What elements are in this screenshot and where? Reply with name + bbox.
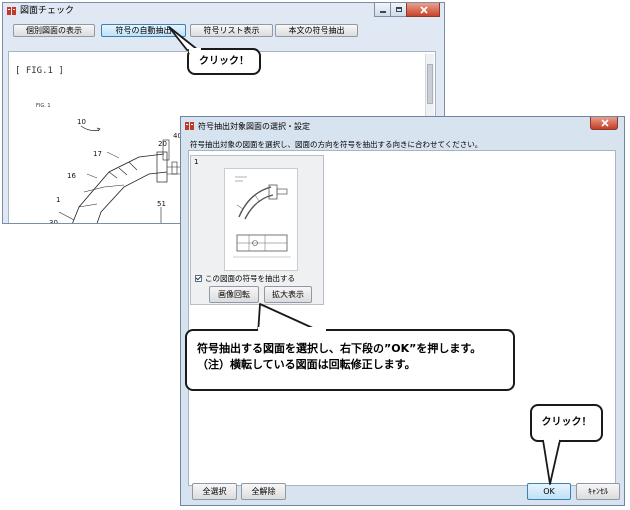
show-individual-drawing-button[interactable]: 個別図面の表示 bbox=[13, 24, 95, 37]
click-callout-text: クリック！ bbox=[199, 56, 249, 67]
dialog-instruction: 符号抽出対象の図面を選択し、図面の方向を符号を抽出する向きに合わせてください。 bbox=[190, 140, 483, 149]
extract-body-symbols-button[interactable]: 本文の符号抽出 bbox=[275, 24, 358, 37]
figure-heading: [ FIG.1 ] bbox=[15, 66, 64, 76]
click-callout-ok: クリック！ bbox=[530, 404, 603, 442]
show-symbol-list-button[interactable]: 符号リスト表示 bbox=[190, 24, 273, 37]
extract-checkbox-label: この図面の符号を抽出する bbox=[205, 274, 295, 283]
app-icon bbox=[7, 7, 16, 15]
click-callout-text: クリック！ bbox=[541, 417, 592, 428]
cancel-button[interactable]: ｷｬﾝｾﾙ bbox=[576, 483, 620, 500]
select-all-button[interactable]: 全選択 bbox=[192, 483, 237, 500]
dialog-title: 符号抽出対象図面の選択・設定 bbox=[198, 122, 310, 131]
maximize-icon[interactable] bbox=[390, 3, 407, 17]
instruction-callout: 符号抽出する図面を選択し、右下段の”OK”を押します。 （注）横転している図面は… bbox=[185, 329, 515, 391]
drawing-label: 30 bbox=[49, 219, 58, 224]
window-title: 図面チェック bbox=[20, 6, 75, 16]
title-bar: 図面チェック bbox=[3, 3, 444, 21]
drawing-thumbnail[interactable] bbox=[224, 168, 298, 271]
extract-checkbox-row[interactable]: この図面の符号を抽出する bbox=[195, 273, 295, 284]
drawing-label: 20 bbox=[158, 140, 167, 148]
figure-caption: FIG. 1 bbox=[36, 103, 51, 109]
callout-pointer-mask bbox=[258, 327, 326, 332]
callout-pointer-mask bbox=[189, 48, 201, 53]
extract-checkbox[interactable] bbox=[195, 275, 202, 282]
drawing-thumbnail-card[interactable]: 1 この図面の符号を抽出する 画像回転 拡大表示 bbox=[190, 155, 324, 305]
card-number: 1 bbox=[194, 158, 199, 166]
scrollbar-thumb[interactable] bbox=[427, 64, 433, 104]
deselect-all-button[interactable]: 全解除 bbox=[241, 483, 286, 500]
callout-pointer bbox=[542, 438, 561, 485]
window-controls bbox=[374, 3, 440, 18]
drawing-label: 16 bbox=[67, 172, 76, 180]
instruction-line-2: （注）横転している図面は回転修正します。 bbox=[197, 358, 416, 371]
drawing-label: 17 bbox=[93, 150, 102, 158]
close-icon[interactable] bbox=[406, 3, 440, 17]
drawing-label: 10 bbox=[77, 118, 86, 126]
drawing-label: 51 bbox=[157, 200, 166, 208]
patent-drawing bbox=[58, 125, 189, 223]
close-icon[interactable] bbox=[590, 117, 618, 130]
instruction-line-1: 符号抽出する図面を選択し、右下段の”OK”を押します。 bbox=[197, 342, 482, 355]
drawing-label: 1 bbox=[56, 196, 61, 204]
minimize-icon[interactable] bbox=[374, 3, 391, 17]
app-icon bbox=[185, 122, 194, 130]
